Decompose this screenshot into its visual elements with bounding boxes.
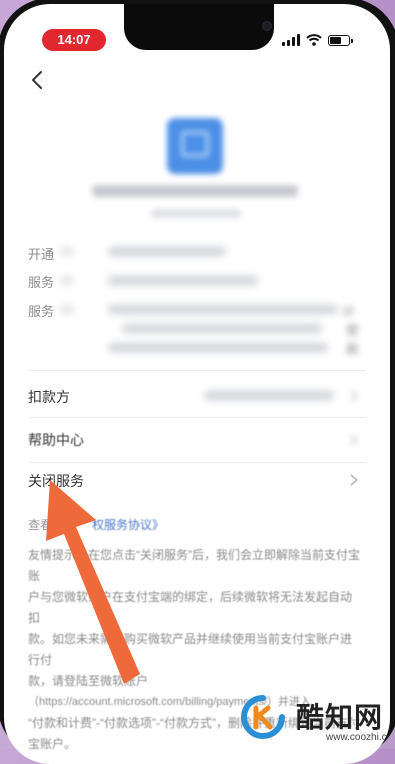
service-detail-label: 服务	[28, 304, 55, 319]
status-icons	[282, 32, 353, 48]
app-logo	[167, 118, 223, 174]
deduct-method-value	[204, 391, 334, 400]
service-detail-label-tail	[60, 305, 74, 314]
app-subtitle-placeholder	[151, 209, 241, 218]
chevron-right-icon	[350, 390, 359, 402]
close-service-row[interactable]: 关闭服务	[4, 463, 390, 503]
chevron-left-icon[interactable]	[26, 68, 50, 92]
watermark-url: www.coozhi.com	[326, 732, 390, 743]
help-center-row[interactable]: 帮助中心	[4, 418, 390, 462]
watermark-brand: 酷知网	[296, 702, 384, 733]
deduct-method-label: 扣款方	[28, 389, 70, 405]
service-label: 服务	[28, 275, 55, 290]
deduct-method-row[interactable]: 扣款方	[4, 371, 390, 417]
app-name-placeholder	[92, 185, 298, 197]
open-date-value	[108, 247, 226, 256]
detail-fragment-2: 密	[346, 323, 360, 338]
app-screen: 14:07 开通 服务 服务 计 密 款 扣款方 帮助中心 关闭服务 查看 权服…	[4, 4, 390, 764]
service-value	[108, 276, 258, 285]
wifi-icon	[306, 34, 322, 46]
notice-line: 款，请登陆至微软账户	[28, 674, 149, 688]
notice-line: 宝账户。	[28, 737, 77, 751]
detail-fragment-1: 计	[342, 304, 356, 319]
close-service-label: 关闭服务	[28, 473, 84, 489]
service-agreement-link[interactable]: 权服务协议》	[92, 516, 164, 533]
notice-line: 款。如您未来需要购买微软产品并继续使用当前支付宝账户进行付	[28, 632, 353, 667]
notice-line: 户与您微软账户在支付宝端的绑定，后续微软将无法发起自动扣	[28, 590, 353, 625]
chevron-right-icon	[350, 474, 359, 486]
dynamic-island	[124, 4, 274, 50]
coozhi-logo-icon	[241, 695, 285, 739]
service-detail-line-3	[108, 343, 328, 352]
camera-icon	[262, 21, 272, 31]
service-detail-line-1	[108, 305, 338, 314]
view-prefix: 查看	[28, 518, 53, 532]
service-detail-line-2	[122, 324, 322, 333]
battery-icon	[328, 34, 353, 46]
detail-fragment-3: 款	[346, 342, 360, 357]
open-label-tail	[60, 247, 74, 256]
open-date-label: 开通	[28, 247, 55, 262]
notice-line: 友情提示：在您点击“关闭服务”后，我们会立即解除当前支付宝账	[28, 548, 360, 583]
signal-icon	[282, 34, 300, 46]
chevron-right-icon	[350, 434, 359, 446]
service-label-tail	[60, 276, 74, 285]
status-bar: 14:07	[4, 4, 390, 56]
status-time: 14:07	[42, 29, 106, 51]
help-center-label: 帮助中心	[28, 432, 84, 448]
